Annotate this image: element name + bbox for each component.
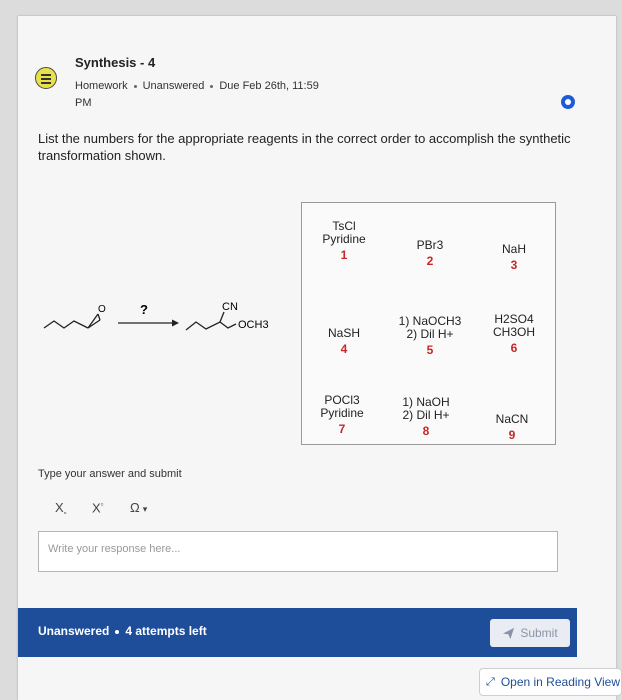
assignment-type: Homework <box>75 80 128 92</box>
due-date-suffix: PM <box>75 97 92 109</box>
assignment-status: Unanswered <box>142 80 205 92</box>
submission-status: Unanswered 4 attempts left <box>38 624 207 638</box>
reagent-line: Pyridine <box>322 232 366 246</box>
response-input[interactable]: Write your response here... <box>38 531 558 572</box>
starting-material-chain <box>43 320 89 329</box>
status-dot-icon <box>561 95 575 109</box>
separator-dot <box>115 629 120 634</box>
reagent-line: CH3OH <box>492 325 536 339</box>
reagent-7: POCl3 Pyridine 7 <box>320 394 363 436</box>
epoxide-oxygen: O <box>98 304 106 315</box>
reagent-number: 6 <box>510 341 518 355</box>
cyano-bond <box>219 311 225 323</box>
product-chain <box>185 321 237 331</box>
epoxide-bond <box>87 319 101 329</box>
chevron-down-icon: ▾ <box>142 504 148 514</box>
superscript-label: X <box>92 500 101 516</box>
reagent-number: 4 <box>340 342 348 356</box>
reagent-line: 1) NaOH <box>402 395 450 409</box>
reagent-number: 3 <box>510 258 518 272</box>
due-date: Due Feb 26th, 11:59 <box>219 80 319 92</box>
subscript-label: X <box>55 500 64 515</box>
reagent-1: TsCl Pyridine 1 <box>322 220 365 262</box>
answer-label: Type your answer and submit <box>38 468 182 480</box>
reaction-arrow-head <box>172 319 179 327</box>
submission-bar: Unanswered 4 attempts left Submit <box>18 608 577 657</box>
reagent-number: 1 <box>340 248 348 262</box>
question-prompt: List the numbers for the appropriate rea… <box>38 131 571 163</box>
reagent-line: NaSH <box>327 326 361 340</box>
attempts-left: 4 attempts left <box>125 624 207 638</box>
reagent-line: H2SO4 <box>494 312 534 326</box>
reagent-number: 5 <box>426 343 434 357</box>
reaction-scheme: O ? CN OCH3 <box>43 301 269 331</box>
reagent-9: NaCN 9 <box>496 413 529 442</box>
send-icon <box>503 627 515 639</box>
epoxide-bond <box>87 313 99 329</box>
submit-button[interactable]: Submit <box>490 619 570 647</box>
reagent-8: 1) NaOH 2) Dil H+ 8 <box>402 396 449 438</box>
reagent-table: TsCl Pyridine 1 PBr3 2 NaH 3 NaSH 4 1) NaOCH3… <box>301 202 556 445</box>
reagent-line: PBr3 <box>416 238 444 252</box>
reagent-5: 1) NaOCH3 2) Dil H+ 5 <box>399 315 462 357</box>
reading-view-label: Open in Reading View <box>500 675 621 689</box>
reagent-line: NaCN <box>495 412 529 426</box>
reagent-6: H2SO4 CH3OH 6 <box>493 313 535 355</box>
reagent-2: PBr3 2 <box>417 239 444 268</box>
reagent-3: NaH 3 <box>502 243 526 272</box>
omega-icon: Ω <box>130 500 140 515</box>
reagent-line: Pyridine <box>320 406 364 420</box>
reagent-line: 2) Dil H+ <box>402 408 450 422</box>
reagent-4: NaSH 4 <box>328 327 360 356</box>
special-character-button[interactable]: Ω ▾ <box>130 500 147 515</box>
reagent-number: 8 <box>422 424 430 438</box>
homework-icon <box>35 67 57 89</box>
reagent-number: 9 <box>508 428 516 442</box>
superscript-button[interactable]: X▫ <box>92 500 104 515</box>
subscript-button[interactable]: X▫ <box>55 500 67 518</box>
superscript-mark: ▫ <box>100 500 104 509</box>
reaction-question-mark: ? <box>140 302 148 317</box>
expand-icon: ⤢ <box>486 675 495 688</box>
methoxy-label: OCH3 <box>238 319 269 331</box>
assignment-meta: Homework Unanswered Due Feb 26th, 11:59 PM <box>75 78 335 112</box>
response-placeholder: Write your response here... <box>48 543 181 555</box>
reagent-line: NaH <box>501 242 527 256</box>
reagent-line: 1) NaOCH3 <box>398 314 462 328</box>
status-text: Unanswered <box>38 624 110 638</box>
reagent-line: 2) Dil H+ <box>406 327 454 341</box>
reagent-line: TsCl <box>332 219 356 233</box>
assignment-title: Synthesis - 4 <box>75 55 156 70</box>
submit-label: Submit <box>520 626 558 640</box>
separator-dot <box>133 84 137 88</box>
reagent-line: POCl3 <box>324 393 360 407</box>
cyano-label: CN <box>222 301 238 313</box>
open-reading-view-button[interactable]: ⤢ Open in Reading View <box>479 668 622 696</box>
reagent-number: 7 <box>338 422 346 436</box>
reagent-number: 2 <box>426 254 434 268</box>
separator-dot <box>210 84 214 88</box>
subscript-mark: ▫ <box>63 508 67 518</box>
